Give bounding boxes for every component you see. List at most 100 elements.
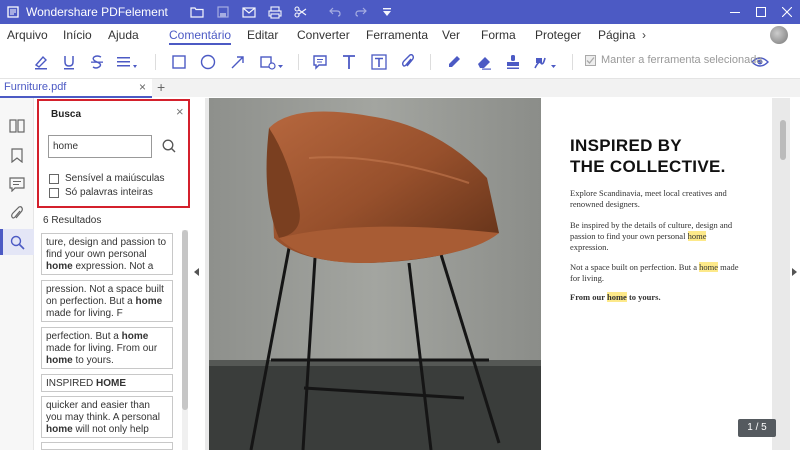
result-text: ture, design and passion to find your ow… xyxy=(46,237,167,260)
keep-tool-checkbox[interactable] xyxy=(585,55,596,66)
menu-ajuda[interactable]: Ajuda xyxy=(108,24,139,46)
undo-icon[interactable] xyxy=(324,2,346,22)
close-icon[interactable] xyxy=(774,0,800,24)
pencil-icon[interactable] xyxy=(443,51,465,73)
app-logo-icon xyxy=(6,5,20,19)
dropdown-icon[interactable] xyxy=(376,2,398,22)
menu-bar: Arquivo Início Ajuda Comentário Editar C… xyxy=(0,24,800,46)
document-paragraph: From our home to yours. xyxy=(570,292,740,303)
menu-ferramenta[interactable]: Ferramenta xyxy=(366,24,428,46)
result-item[interactable]: perfection. But a home made for living. … xyxy=(41,327,173,369)
result-text: to yours. xyxy=(72,355,114,366)
result-text: made for living. From our xyxy=(46,343,158,354)
eraser-icon[interactable] xyxy=(473,51,495,73)
result-match: home xyxy=(46,424,73,435)
circle-icon[interactable] xyxy=(197,51,219,73)
shape-dropdown-icon[interactable] xyxy=(258,51,286,73)
result-item[interactable]: quicker and easier than you may think. A… xyxy=(41,396,173,438)
rail-active-indicator xyxy=(0,229,3,255)
arrow-icon[interactable] xyxy=(227,51,249,73)
menu-inicio[interactable]: Início xyxy=(63,24,92,46)
search-box: Busca × Sensível a maiúsculas Só palavra… xyxy=(37,99,190,208)
highlight-icon[interactable] xyxy=(30,51,52,73)
result-text: perfection. But a xyxy=(46,331,122,342)
menu-comentario[interactable]: Comentário xyxy=(169,24,232,46)
attach-icon[interactable] xyxy=(397,51,419,73)
collapse-left-icon[interactable] xyxy=(194,268,200,278)
search-input[interactable] xyxy=(48,135,152,158)
search-rail-icon[interactable] xyxy=(8,233,26,251)
save-icon[interactable] xyxy=(212,2,234,22)
redo-icon[interactable] xyxy=(350,2,372,22)
result-match: HOME xyxy=(96,378,127,389)
scissors-icon[interactable] xyxy=(290,2,312,22)
paragraph-text: expression. xyxy=(570,242,609,252)
results-scrollbar-thumb[interactable] xyxy=(182,230,188,410)
paragraph-text: Not a space built on perfection. But a xyxy=(570,262,700,272)
attachments-icon[interactable] xyxy=(8,204,26,222)
menu-more-chevron-icon[interactable]: › xyxy=(642,24,646,46)
heading-line-2: THE COLLECTIVE. xyxy=(570,157,726,176)
search-highlight: home xyxy=(607,292,627,302)
case-sensitive-checkbox[interactable] xyxy=(49,173,59,184)
document-tab-bar: Furniture.pdf × + xyxy=(0,78,800,98)
folder-icon[interactable] xyxy=(186,2,208,22)
result-item[interactable]: ture, design and passion to find your ow… xyxy=(41,233,173,275)
stamp-icon[interactable] xyxy=(502,51,524,73)
menu-pagina[interactable]: Página xyxy=(598,24,635,46)
note-icon[interactable] xyxy=(309,51,331,73)
add-tab-icon[interactable]: + xyxy=(157,79,165,95)
search-icon[interactable] xyxy=(162,139,178,155)
collapse-right-icon[interactable] xyxy=(792,268,798,278)
menu-converter[interactable]: Converter xyxy=(297,24,350,46)
mail-icon[interactable] xyxy=(238,2,260,22)
result-match: home xyxy=(46,355,73,366)
menu-proteger[interactable]: Proteger xyxy=(535,24,581,46)
comments-icon[interactable] xyxy=(8,175,26,193)
minimize-icon[interactable] xyxy=(722,0,748,24)
page-indicator[interactable]: 1 / 5 xyxy=(738,419,776,437)
underline-icon[interactable] xyxy=(58,51,80,73)
case-sensitive-option[interactable]: Sensível a maiúsculas xyxy=(49,173,165,184)
search-close-icon[interactable]: × xyxy=(176,104,184,119)
maximize-icon[interactable] xyxy=(748,0,774,24)
tab-furniture-pdf[interactable]: Furniture.pdf × xyxy=(0,79,152,98)
strikethrough-icon[interactable] xyxy=(86,51,108,73)
result-text: made for living. F xyxy=(46,308,123,319)
lines-dropdown-icon[interactable] xyxy=(116,51,138,73)
heading-line-1: INSPIRED BY xyxy=(570,136,682,155)
result-item[interactable]: INSPIRED HOME xyxy=(41,374,173,392)
menu-editar[interactable]: Editar xyxy=(247,24,278,46)
result-text: expression. Not a xyxy=(72,261,154,272)
sign-dropdown-icon[interactable] xyxy=(532,51,560,73)
document-scrollbar-thumb[interactable] xyxy=(780,120,786,160)
paragraph-text: From our xyxy=(570,292,607,302)
result-text: quicker and easier than you may think. A… xyxy=(46,400,160,423)
document-paragraph: Be inspired by the details of culture, d… xyxy=(570,220,740,253)
search-panel-title: Busca xyxy=(51,109,82,120)
whole-words-checkbox[interactable] xyxy=(49,187,59,198)
whole-words-option[interactable]: Só palavras inteiras xyxy=(49,187,153,198)
text-icon[interactable] xyxy=(338,51,360,73)
textbox-icon[interactable] xyxy=(368,51,390,73)
results-count: 6 Resultados xyxy=(43,215,102,226)
document-paragraph: Not a space built on perfection. But a h… xyxy=(570,262,740,284)
app-title: Wondershare PDFelement xyxy=(26,5,168,19)
result-item[interactable] xyxy=(41,442,173,450)
rectangle-icon[interactable] xyxy=(168,51,190,73)
whole-words-label: Só palavras inteiras xyxy=(65,187,153,198)
result-match: home xyxy=(121,331,149,342)
result-text: will not only help xyxy=(72,424,149,435)
menu-forma[interactable]: Forma xyxy=(481,24,516,46)
thumbnails-icon[interactable] xyxy=(8,117,26,135)
print-icon[interactable] xyxy=(264,2,286,22)
menu-ver[interactable]: Ver xyxy=(442,24,460,46)
result-item[interactable]: pression. Not a space built on perfectio… xyxy=(41,280,173,322)
menu-arquivo[interactable]: Arquivo xyxy=(7,24,48,46)
avatar[interactable] xyxy=(770,26,788,44)
bookmark-icon[interactable] xyxy=(8,146,26,164)
title-bar: Wondershare PDFelement xyxy=(0,0,800,24)
tab-close-icon[interactable]: × xyxy=(139,80,146,94)
window-controls xyxy=(722,0,800,24)
result-text: INSPIRED xyxy=(46,378,97,389)
